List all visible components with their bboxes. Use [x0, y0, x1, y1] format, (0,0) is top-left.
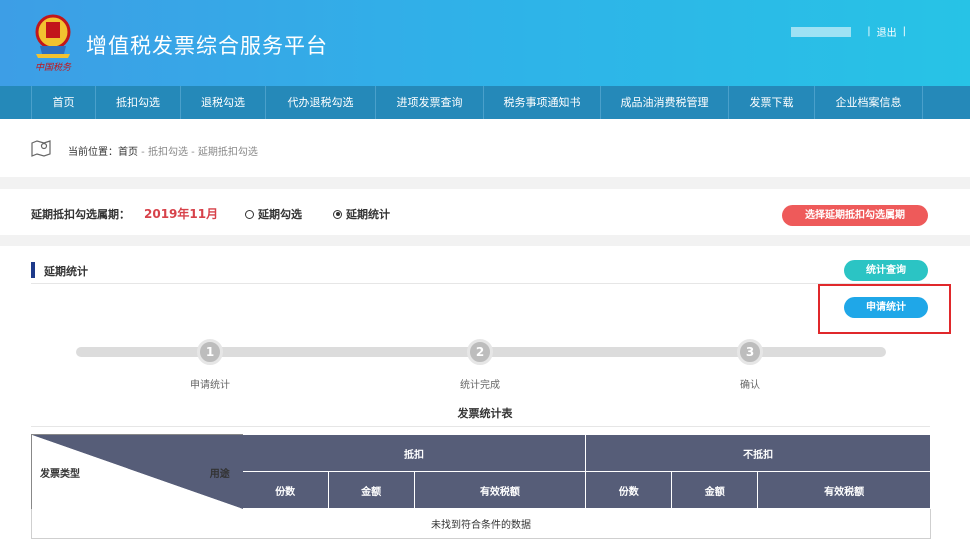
column-header: 份数: [585, 471, 673, 509]
user-area: | 退出 |: [791, 24, 912, 39]
nav-company-profile[interactable]: 企业档案信息: [815, 86, 923, 119]
breadcrumb: 当前位置：首页 - 抵扣勾选 - 延期抵扣勾选: [0, 119, 970, 177]
separator: |: [867, 26, 871, 37]
step-2-marker: 2: [467, 339, 493, 365]
corner-right-label: 用途: [209, 469, 230, 480]
nav-invoice-download[interactable]: 发票下载: [729, 86, 815, 119]
nav-refund-select[interactable]: 退税勾选: [181, 86, 266, 119]
radio-on-icon: [333, 209, 342, 219]
tax-emblem-logo: 中国税务: [28, 10, 78, 76]
column-header: 金额: [327, 471, 415, 509]
stats-query-button[interactable]: 统计查询: [844, 260, 928, 281]
column-header: 金额: [671, 471, 759, 509]
nav-oil-consumption-tax[interactable]: 成品油消费税管理: [601, 86, 729, 119]
map-icon: [31, 139, 51, 160]
radio-label: 延期统计: [346, 208, 390, 221]
emblem-caption: 中国税务: [34, 63, 71, 73]
nav-tax-notice[interactable]: 税务事项通知书: [484, 86, 601, 119]
period-label: 延期抵扣勾选属期：: [31, 208, 130, 221]
group-header-deduct: 抵扣: [241, 434, 587, 472]
breadcrumb-prefix: 当前位置：: [68, 147, 118, 158]
group-header-no-deduct: 不抵扣: [585, 434, 931, 472]
radio-deferred-select[interactable]: 延期勾选: [245, 206, 302, 222]
step-1-label: 申请统计: [190, 380, 230, 391]
corner-left-label: 发票类型: [40, 469, 80, 480]
select-period-button[interactable]: 选择延期抵扣勾选属期: [782, 205, 928, 226]
step-2-label: 统计完成: [460, 380, 500, 391]
section-title: 延期统计: [44, 265, 88, 278]
section-divider: [31, 283, 930, 284]
divider: [0, 235, 970, 246]
step-3-label: 确认: [740, 380, 760, 391]
invoice-stats-table: 发票类型 用途 抵扣 不抵扣 份数 金额 有效税额 份数 金额 有效税额 未找到…: [31, 434, 931, 539]
table-divider: [31, 426, 930, 427]
radio-off-icon: [245, 209, 254, 219]
divider: [0, 177, 970, 189]
nav-home[interactable]: 首页: [31, 86, 96, 119]
platform-title: 增值税发票综合服务平台: [86, 34, 328, 58]
column-header: 有效税额: [757, 471, 931, 509]
section-accent-bar: [31, 262, 35, 278]
corner-header: 发票类型 用途: [31, 434, 243, 509]
nav-deduction-select[interactable]: 抵扣勾选: [96, 86, 181, 119]
breadcrumb-path: - 抵扣勾选 - 延期抵扣勾选: [138, 147, 258, 158]
main-nav: 首页 抵扣勾选 退税勾选 代办退税勾选 进项发票查询 税务事项通知书 成品油消费…: [0, 86, 970, 119]
empty-message: 未找到符合条件的数据: [31, 508, 931, 539]
logout-link[interactable]: 退出: [877, 24, 897, 39]
period-value: 2019年11月: [144, 207, 219, 221]
table-title: 发票统计表: [457, 407, 513, 420]
radio-label: 延期勾选: [258, 208, 302, 221]
step-1-marker: 1: [197, 339, 223, 365]
highlight-box: [818, 284, 951, 334]
username-blurred: [791, 26, 852, 37]
breadcrumb-home[interactable]: 首页: [118, 147, 138, 158]
column-header: 份数: [241, 471, 329, 509]
separator: |: [902, 26, 906, 37]
nav-input-invoice-query[interactable]: 进项发票查询: [376, 86, 484, 119]
app-header: 中国税务 增值税发票综合服务平台 | 退出 |: [0, 0, 970, 86]
column-header: 有效税额: [413, 471, 587, 509]
radio-deferred-stats[interactable]: 延期统计: [333, 206, 390, 222]
nav-agent-refund-select[interactable]: 代办退税勾选: [266, 86, 376, 119]
step-3-marker: 3: [737, 339, 763, 365]
